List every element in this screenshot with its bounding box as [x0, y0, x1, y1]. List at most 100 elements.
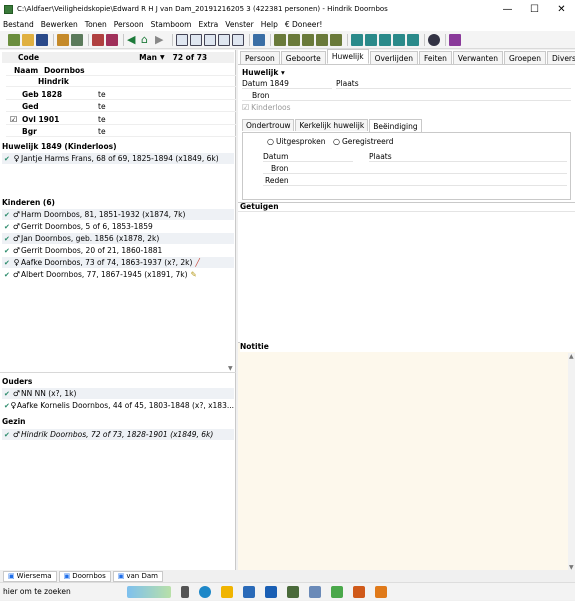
new-icon[interactable] [8, 33, 20, 46]
view2-icon[interactable] [190, 33, 202, 46]
female-icon: ♀ [13, 154, 20, 163]
chevron-down-icon[interactable]: ▼ [160, 54, 165, 61]
import-icon[interactable] [57, 33, 69, 46]
uitgesproken-radio[interactable]: ○ Uitgesproken [267, 137, 326, 146]
tab-geboorte[interactable]: Geboorte [280, 51, 326, 64]
person2-icon[interactable] [365, 33, 377, 46]
tab-ondertrouw[interactable]: Ondertrouw [242, 119, 295, 131]
view5-icon[interactable] [232, 33, 244, 46]
open-folder-icon[interactable] [22, 33, 34, 46]
aldfaer-icon[interactable] [287, 585, 299, 598]
window-tab-van-dam[interactable]: ▣ van Dam [112, 570, 163, 582]
pencil-icon: ✎ [190, 270, 197, 279]
list-item[interactable]: ✔ ♂ Albert Doornbos, 77, 1867-1945 (x1891… [2, 269, 234, 280]
edge-icon[interactable] [199, 585, 211, 598]
list-item[interactable]: ✔ ♂ NN NN (x?, 1k) [2, 388, 234, 399]
menu-doneer[interactable]: € Doneer! [285, 20, 323, 29]
list-item[interactable]: ✔ ♂ Harm Doornbos, 81, 1851-1932 (x1874, … [2, 209, 234, 220]
person3-icon[interactable] [379, 33, 391, 46]
list-item[interactable]: ✔ ♂ Gerrit Doornbos, 20 of 21, 1860-1881 [2, 245, 234, 256]
list-item[interactable]: ✔ ♂ Hindrik Doornbos, 72 of 73, 1828-1901… [2, 429, 234, 440]
menu-bewerken[interactable]: Bewerken [41, 20, 78, 29]
person-edit-icon[interactable] [92, 33, 104, 46]
taskbar-search[interactable]: hier om te zoeken [0, 583, 122, 601]
person-search-icon[interactable] [106, 33, 118, 46]
eraser-icon[interactable] [449, 33, 461, 46]
window-tab-wiersema[interactable]: ▣ Wiersema [3, 570, 57, 582]
male-icon: ♂ [12, 234, 21, 243]
tab-kerkelijk-huwelijk[interactable]: Kerkelijk huwelijk [295, 119, 369, 131]
close-button[interactable]: ✕ [548, 0, 575, 18]
tree5-icon[interactable] [330, 33, 342, 46]
app3-icon[interactable] [331, 585, 343, 598]
window-tabs: ▣ Wiersema ▣ Doornbos ▣ van Dam [0, 570, 575, 582]
list-item[interactable]: ✔ ♂ Jan Doornbos, geb. 1856 (x1878, 2k) [2, 233, 234, 244]
menu-help[interactable]: Help [261, 20, 278, 29]
list-item[interactable]: ✔ ♀ Aafke Doornbos, 73 of 74, 1863-1937 (… [2, 257, 234, 268]
tree3-icon[interactable] [302, 33, 314, 46]
partner-item[interactable]: ✔ ♀ Jantje Harms Frans, 68 of 69, 1825-1… [2, 153, 234, 164]
view1-icon[interactable] [176, 33, 188, 46]
scroll-up-icon[interactable]: ▲ [569, 353, 574, 360]
mail-icon[interactable] [265, 585, 277, 598]
tab-groepen[interactable]: Groepen [503, 51, 547, 64]
window-tab-doornbos[interactable]: ▣ Doornbos [58, 570, 111, 582]
app4-icon[interactable] [353, 585, 365, 598]
surname-field[interactable]: Doornbos [44, 66, 85, 75]
minimize-button[interactable]: — [494, 0, 521, 18]
scroll-down-icon[interactable]: ▼ [228, 365, 233, 372]
menu-persoon[interactable]: Persoon [114, 20, 144, 29]
person1-icon[interactable] [351, 33, 363, 46]
beeindiging-bron-field[interactable]: Bron [263, 164, 567, 174]
person4-icon[interactable] [393, 33, 405, 46]
forward-arrow-icon[interactable]: ▶ [155, 33, 167, 46]
list-item[interactable]: ✔ ♂ Gerrit Doornbos, 5 of 6, 1853-1859 [2, 221, 234, 232]
list-item[interactable]: ✔ ♀ Aafke Kornelis Doornbos, 44 of 45, 18… [2, 400, 234, 411]
tab-feiten[interactable]: Feiten [418, 51, 452, 64]
datum-field[interactable]: Datum 1849 [242, 79, 332, 89]
geregistreerd-radio[interactable]: ○ Geregistreerd [333, 137, 394, 146]
firstname-field[interactable]: Hindrik [38, 77, 69, 86]
save-icon[interactable] [36, 33, 48, 46]
menu-bestand[interactable]: Bestand [3, 20, 34, 29]
beeindiging-plaats-field[interactable]: Plaats [369, 152, 567, 162]
menu-stamboom[interactable]: Stamboom [151, 20, 192, 29]
tab-overlijden[interactable]: Overlijden [369, 51, 418, 64]
view3-icon[interactable] [204, 33, 216, 46]
store-icon[interactable] [243, 585, 255, 598]
getuigen-list[interactable] [238, 211, 575, 341]
scrollbar[interactable]: ▲ ▼ [568, 353, 575, 571]
menu-extra[interactable]: Extra [198, 20, 218, 29]
back-arrow-icon[interactable]: ◀ [127, 33, 139, 46]
tree1-icon[interactable] [274, 33, 286, 46]
menu-tonen[interactable]: Tonen [85, 20, 107, 29]
app2-icon[interactable] [309, 585, 321, 598]
plaats-field[interactable]: Plaats [336, 79, 571, 89]
beeindiging-reden-field[interactable]: Reden [263, 176, 567, 186]
home-icon[interactable]: ⌂ [141, 33, 153, 46]
task-view-icon[interactable] [181, 585, 189, 598]
view4-icon[interactable] [218, 33, 230, 46]
tree4-icon[interactable] [316, 33, 328, 46]
tab-huwelijk[interactable]: Huwelijk [326, 49, 369, 64]
explorer-icon[interactable] [221, 585, 233, 598]
notitie-textarea[interactable] [238, 353, 568, 571]
sex-select[interactable]: Man [139, 53, 157, 62]
tab-diversen[interactable]: Diversen [547, 51, 575, 64]
tree2-icon[interactable] [288, 33, 300, 46]
menu-venster[interactable]: Venster [225, 20, 253, 29]
person5-icon[interactable] [407, 33, 419, 46]
app5-icon[interactable] [375, 585, 387, 598]
tab-beeindiging[interactable]: Beëindiging [369, 119, 422, 132]
maximize-button[interactable]: ☐ [521, 0, 548, 18]
kinderloos-checkbox[interactable]: ☑ Kinderloos [242, 103, 291, 112]
tab-persoon[interactable]: Persoon [240, 51, 280, 64]
beeindiging-datum-field[interactable]: Datum [263, 152, 353, 162]
report-icon[interactable] [253, 33, 265, 46]
bron-field[interactable]: Bron [242, 91, 571, 101]
tab-verwanten[interactable]: Verwanten [452, 51, 503, 64]
death-checkbox[interactable]: ☑ [10, 115, 20, 124]
huwelijk-header[interactable]: Huwelijk ▾ [242, 68, 285, 77]
export-icon[interactable] [71, 33, 83, 46]
search-icon[interactable] [428, 33, 440, 46]
